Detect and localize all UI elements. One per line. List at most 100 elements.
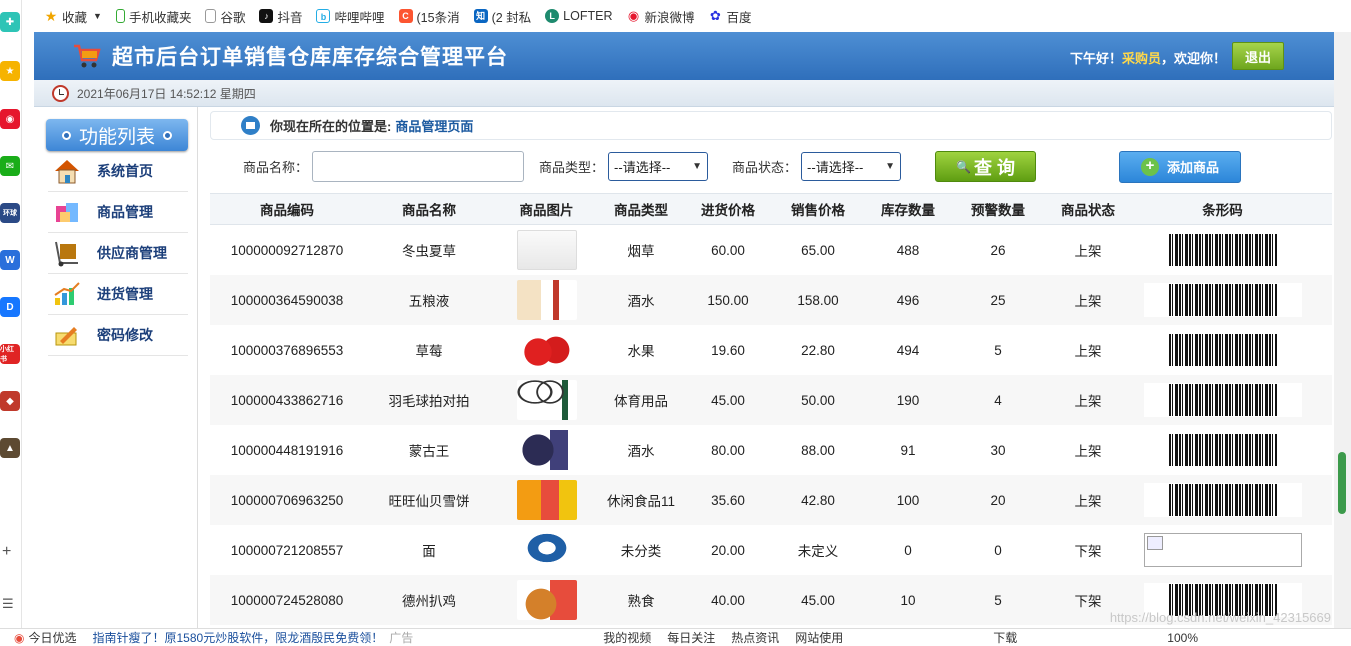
cell-stock: 190 bbox=[896, 392, 920, 408]
broken-image-icon bbox=[1146, 536, 1163, 550]
table-row[interactable]: 100000448191916 蒙古王 酒水 80.00 88.00 91 30 上架 bbox=[210, 425, 1332, 475]
mail-icon[interactable]: ✉ bbox=[0, 156, 20, 176]
watermark: https://blog.csdn.net/weixin_42315669 bbox=[1109, 610, 1331, 625]
cell-code: 100000433862716 bbox=[230, 392, 344, 408]
breadcrumb: 你现在所在的位置是: 商品管理页面 bbox=[210, 111, 1332, 140]
page-scrollbar[interactable] bbox=[1334, 32, 1351, 628]
cell-code: 100000364590038 bbox=[230, 292, 344, 308]
barcode-image bbox=[1143, 433, 1302, 467]
product-thumbnail bbox=[516, 280, 577, 320]
add-app-icon[interactable]: + bbox=[2, 543, 11, 561]
sidebar-item-products[interactable]: 商品管理 bbox=[48, 192, 188, 233]
add-product-button[interactable]: + 添加商品 bbox=[1119, 150, 1242, 183]
sidebar-item-purchases[interactable]: 进货管理 bbox=[48, 274, 188, 315]
bookmark-weibo[interactable]: ◉ 新浪微博 bbox=[626, 7, 695, 26]
sidebar-item-suppliers[interactable]: 供应商管理 bbox=[48, 233, 188, 274]
bookmark-google[interactable]: 谷歌 bbox=[205, 7, 245, 26]
cell-code: 100000706963250 bbox=[230, 492, 344, 508]
barcode-bars bbox=[1168, 334, 1277, 366]
cell-code: 100000376896553 bbox=[230, 342, 344, 358]
menu-list-icon[interactable]: ☰ bbox=[2, 596, 14, 612]
zhihu-icon: 知 bbox=[473, 9, 488, 23]
cell-name: 旺旺仙贝雪饼 bbox=[388, 494, 470, 509]
hand-truck-icon bbox=[55, 241, 78, 267]
zoom-level[interactable]: 100% bbox=[1167, 631, 1198, 645]
product-thumbnail bbox=[516, 530, 577, 570]
bookmark-zhihu[interactable]: 知 (2 封私 bbox=[473, 7, 531, 26]
bookmark-douyin[interactable]: ♪ 抖音 bbox=[259, 7, 302, 26]
bookmark-bilibili[interactable]: b 哔哩哔哩 bbox=[316, 7, 385, 26]
table-row[interactable]: 100000092712870 冬虫夏草 烟草 60.00 65.00 488 26 上架 bbox=[210, 225, 1332, 275]
cell-barcode bbox=[1133, 233, 1312, 267]
product-status-select[interactable]: --请选择-- ▼ bbox=[801, 152, 902, 181]
col-warn: 预警数量 bbox=[971, 203, 1025, 218]
page-icon bbox=[205, 9, 217, 23]
pay-app-icon[interactable]: D bbox=[0, 297, 20, 317]
table-row[interactable]: 100000364590038 五粮液 酒水 150.00 158.00 496 25 上架 bbox=[210, 275, 1332, 325]
chart-icon bbox=[54, 282, 80, 305]
cell-warn: 4 bbox=[994, 392, 1002, 408]
status-video[interactable]: 我的视频 bbox=[603, 629, 651, 646]
barcode-image bbox=[1143, 233, 1302, 267]
bookmark-baidu[interactable]: ✿ 百度 bbox=[709, 7, 751, 26]
chevron-down-icon: ▼ bbox=[885, 161, 896, 172]
user-role: 采购员 bbox=[1121, 51, 1161, 66]
table-row[interactable]: 100000706963250 旺旺仙贝雪饼 休闲食品11 35.60 42.80 100… bbox=[210, 475, 1332, 525]
news-ticker[interactable]: 指南针瘦了！原1580元炒股软件，限龙酒殷民免费领！ bbox=[93, 629, 384, 646]
cell-code: 100000721208557 bbox=[230, 542, 344, 558]
product-name-input[interactable] bbox=[312, 151, 525, 182]
status-hot[interactable]: 热点资讯 bbox=[731, 629, 779, 646]
barcode-image bbox=[1143, 383, 1302, 417]
logout-button[interactable]: 退出 bbox=[1232, 42, 1284, 70]
cell-type: 未分类 bbox=[620, 544, 662, 559]
greeting: 下午好！采购员，欢迎你！ bbox=[1069, 51, 1226, 66]
cell-barcode bbox=[1133, 333, 1312, 367]
query-button[interactable]: 🔍 查 询 bbox=[935, 151, 1037, 182]
game2-app-icon[interactable]: ▲ bbox=[0, 438, 20, 458]
scrollbar-thumb[interactable] bbox=[1338, 452, 1346, 514]
col-status: 商品状态 bbox=[1061, 203, 1115, 218]
status-site[interactable]: 网站使用 bbox=[795, 629, 843, 646]
cell-stock: 494 bbox=[896, 342, 920, 358]
status-download[interactable]: 下载 bbox=[993, 629, 1017, 646]
cell-code: 100000724528080 bbox=[230, 592, 344, 608]
barcode-bars bbox=[1168, 234, 1277, 266]
weibo-icon[interactable]: ◉ bbox=[0, 109, 20, 129]
col-type: 商品类型 bbox=[614, 203, 668, 218]
bookmark-mobile[interactable]: 手机收藏夹 bbox=[115, 7, 191, 26]
cell-sell-price: 45.00 bbox=[801, 592, 835, 608]
bookmark-favorites[interactable]: ★ 收藏 ▼ bbox=[44, 7, 102, 26]
barcode-image bbox=[1143, 283, 1302, 317]
sidebar-item-password[interactable]: 密码修改 bbox=[48, 315, 188, 356]
bookmark-csdn[interactable]: C (15条消 bbox=[398, 7, 460, 26]
game-app-icon[interactable]: ◆ bbox=[0, 391, 20, 411]
favorites-star-icon[interactable]: ★ bbox=[0, 61, 20, 81]
table-row[interactable]: 100000376896553 草莓 水果 19.60 22.80 494 5 上架 bbox=[210, 325, 1332, 375]
product-thumbnail bbox=[516, 430, 577, 470]
clock-icon bbox=[52, 84, 69, 102]
cell-status: 上架 bbox=[1074, 294, 1102, 309]
bookmark-lofter[interactable]: L LOFTER bbox=[545, 9, 612, 23]
app-plus-icon[interactable]: ✚ bbox=[0, 12, 20, 32]
magnifier-icon: 🔍 bbox=[956, 159, 972, 174]
product-type-select[interactable]: --请选择-- ▼ bbox=[608, 152, 709, 181]
barcode-bars bbox=[1168, 484, 1277, 516]
table-row[interactable]: 100000433862716 羽毛球拍对拍 体育用品 45.00 50.00 190 4 上… bbox=[210, 375, 1332, 425]
shop-app-icon[interactable]: 小红书 bbox=[0, 344, 20, 364]
cell-barcode bbox=[1133, 433, 1312, 467]
cell-warn: 5 bbox=[994, 592, 1002, 608]
current-datetime: 2021年06月17日 14:52:12 星期四 bbox=[77, 86, 256, 101]
today-pick[interactable]: 今日优选 bbox=[28, 629, 76, 646]
sidebar-item-home[interactable]: 系统首页 bbox=[48, 151, 188, 192]
breadcrumb-location[interactable]: 商品管理页面 bbox=[395, 116, 473, 135]
news-app-icon[interactable]: 环球 bbox=[0, 203, 20, 223]
table-header: 商品编码 商品名称 商品图片 商品类型 进货价格 销售价格 库存数量 预警数量 … bbox=[210, 193, 1332, 225]
cell-buy-price: 35.60 bbox=[711, 492, 745, 508]
product-thumbnail bbox=[516, 330, 577, 370]
table-row[interactable]: 100000721208557 面 未分类 20.00 未定义 0 0 下架 bbox=[210, 525, 1332, 575]
cell-sell-price: 158.00 bbox=[797, 292, 839, 308]
col-buy-price: 进货价格 bbox=[701, 203, 755, 218]
status-follow[interactable]: 每日关注 bbox=[667, 629, 715, 646]
cell-barcode bbox=[1133, 283, 1312, 317]
word-doc-icon[interactable]: W bbox=[0, 250, 20, 270]
